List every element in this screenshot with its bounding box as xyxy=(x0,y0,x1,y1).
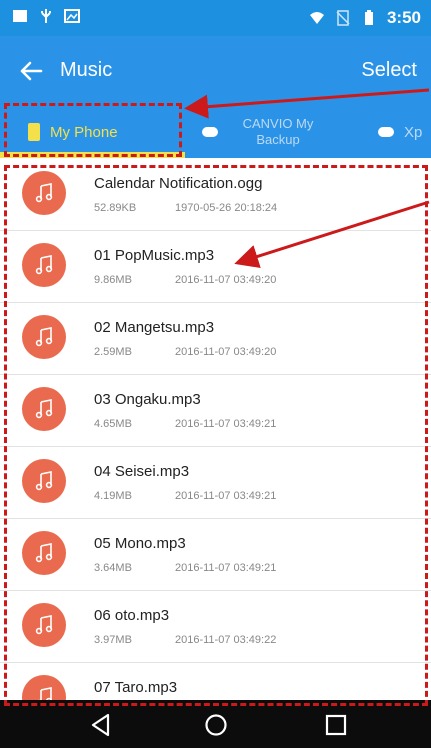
usb-icon xyxy=(41,9,51,23)
system-nav-bar xyxy=(0,700,431,748)
wifi-icon xyxy=(309,12,324,24)
image-icon xyxy=(64,9,80,23)
status-right: 3:50 xyxy=(309,8,421,28)
back-arrow-icon[interactable] xyxy=(16,56,46,86)
app-bar: Music Select xyxy=(0,36,431,106)
cloud-icon xyxy=(378,127,394,137)
page-title: Music xyxy=(60,59,113,81)
notification-icon xyxy=(13,10,27,22)
cloud-icon xyxy=(202,127,218,137)
tab-label: CANVIO My Backup xyxy=(242,116,314,147)
tab-canvio-my-backup[interactable]: CANVIO My Backup xyxy=(202,106,328,158)
annotation-list-highlight xyxy=(4,165,428,706)
recents-icon[interactable] xyxy=(323,712,349,738)
status-bar: 3:50 xyxy=(0,0,431,36)
status-time: 3:50 xyxy=(386,8,421,27)
status-left xyxy=(12,8,80,24)
back-icon[interactable] xyxy=(88,712,114,738)
tab-label: Xp xyxy=(404,123,423,141)
annotation-tab-highlight xyxy=(4,103,182,157)
sim-off-icon xyxy=(336,10,350,26)
tab-xp[interactable]: Xp xyxy=(378,106,422,158)
select-button[interactable]: Select xyxy=(361,59,417,82)
home-icon[interactable] xyxy=(203,712,229,738)
battery-icon xyxy=(364,10,373,25)
